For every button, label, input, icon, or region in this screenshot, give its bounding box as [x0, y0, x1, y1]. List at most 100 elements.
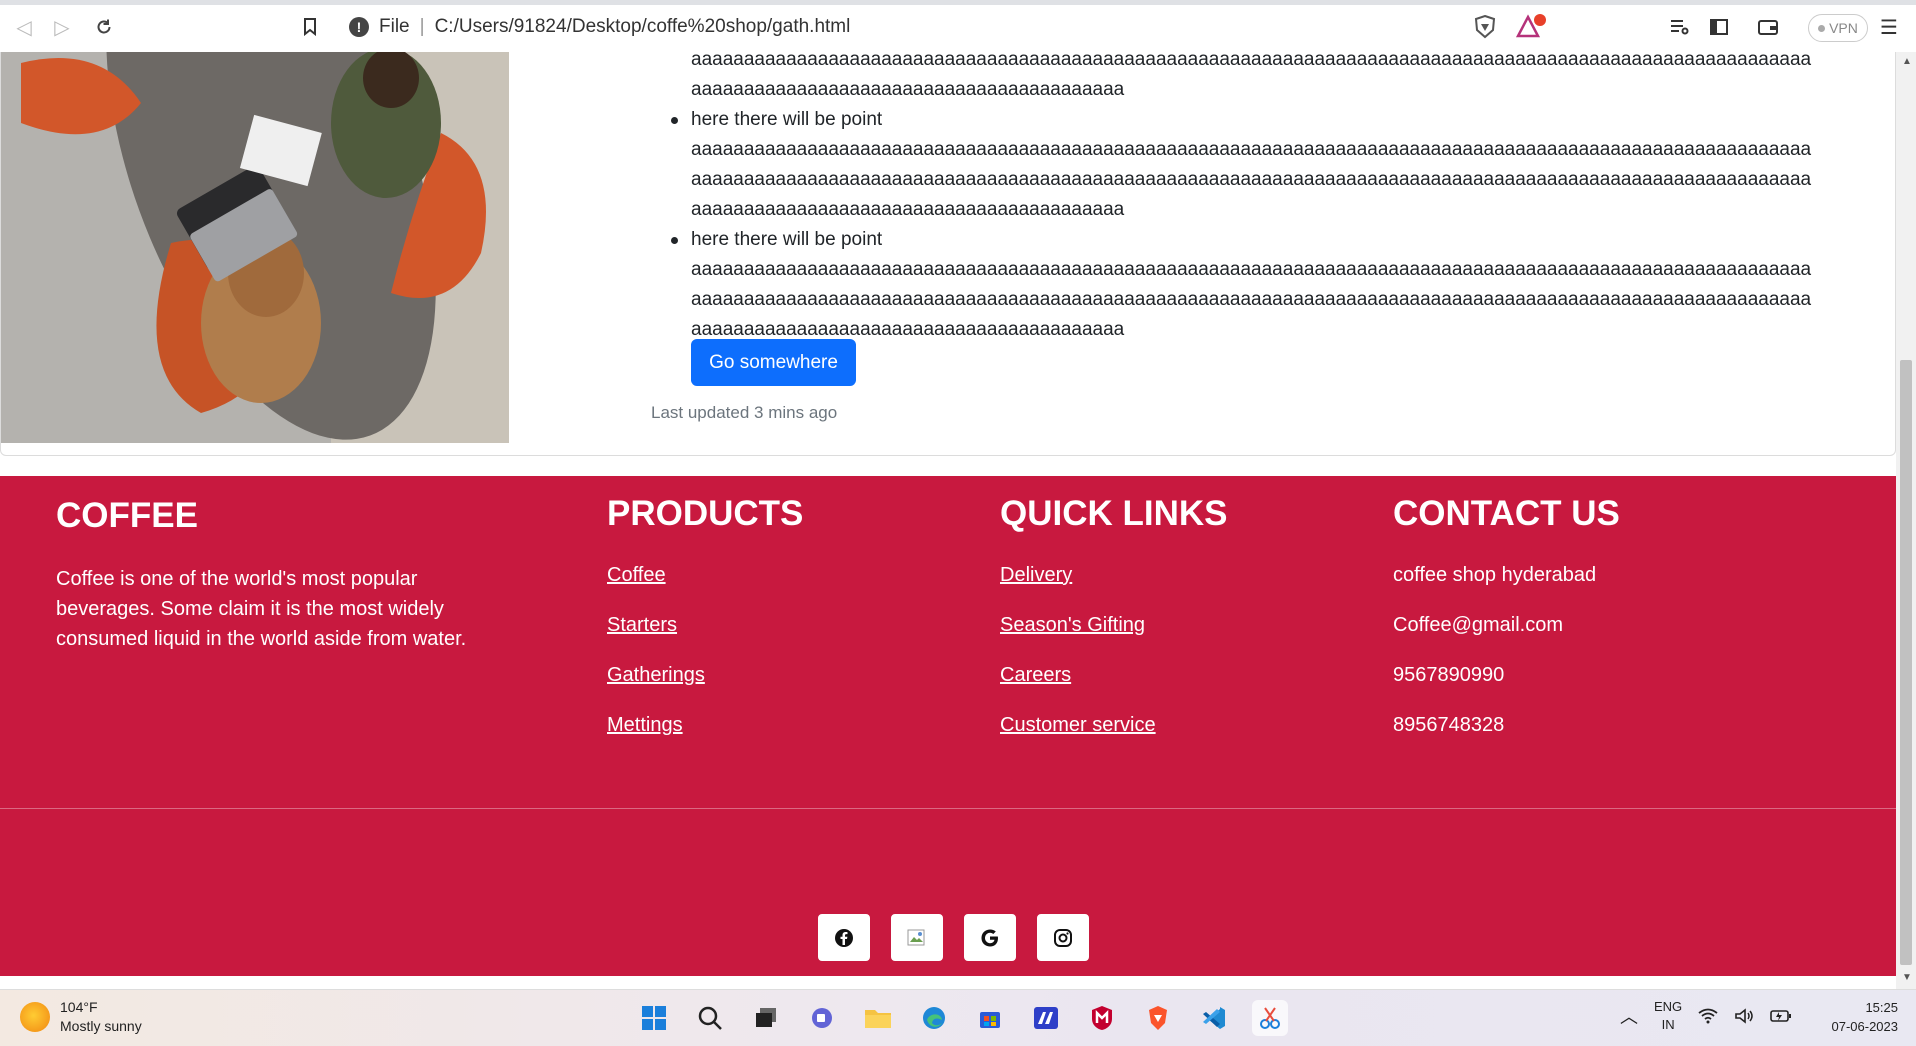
twitter-button[interactable] — [891, 914, 943, 961]
start-button[interactable] — [636, 1000, 672, 1036]
bookmark-button[interactable] — [296, 13, 324, 41]
reload-icon — [97, 19, 111, 34]
instagram-icon — [1054, 928, 1072, 947]
scroll-down-arrow-icon[interactable]: ▼ — [1902, 972, 1912, 983]
page-viewport: aaaaaaaaaaaaaaaaaaaaaaaaaaaaaaaaaaaaaaaa… — [0, 52, 1896, 989]
reload-button[interactable] — [90, 13, 118, 41]
snipping-tool-icon — [1260, 1007, 1280, 1029]
scroll-up-arrow-icon[interactable]: ▲ — [1902, 56, 1912, 67]
volume-icon[interactable] — [1734, 1008, 1754, 1024]
region-code: IN — [1661, 1017, 1675, 1032]
weather-widget[interactable]: 104°F Mostly sunny — [20, 998, 142, 1036]
battery-icon[interactable] — [1770, 1009, 1792, 1023]
sun-icon — [20, 1002, 50, 1032]
contact-list: coffee shop hyderabad Coffee@gmail.com 9… — [1393, 564, 1620, 764]
sidebar-toggle-button[interactable] — [1710, 13, 1728, 41]
search-icon — [698, 1006, 722, 1030]
brave-lion-icon — [1149, 1006, 1167, 1030]
bullet-icon — [671, 117, 678, 124]
list-item: Starters — [607, 614, 803, 664]
teams-chat-button[interactable] — [804, 1000, 840, 1036]
language-indicator[interactable]: ENG IN — [1654, 998, 1682, 1034]
scrollbar-thumb[interactable] — [1900, 360, 1912, 965]
chat-icon — [812, 1008, 832, 1028]
vpn-label: VPN — [1829, 20, 1858, 36]
footer-about-column: COFFEE Coffee is one of the world's most… — [56, 496, 496, 654]
list-item: Delivery — [1000, 564, 1228, 614]
list-item: Customer service — [1000, 714, 1228, 764]
facebook-button[interactable] — [818, 914, 870, 961]
people-at-table-photo — [1, 52, 509, 443]
menu-button[interactable]: ☰ — [1880, 13, 1898, 41]
go-somewhere-button[interactable]: Go somewhere — [691, 339, 856, 386]
clock[interactable]: 15:25 07-06-2023 — [1810, 998, 1899, 1036]
snipping-tool-button[interactable] — [1252, 1000, 1288, 1036]
brave-button[interactable] — [1140, 1000, 1176, 1036]
point-fill-line: aaaaaaaaaaaaaaaaaaaaaaaaaaaaaaaaaaaaaaaa… — [691, 319, 1125, 340]
vpn-button[interactable]: VPN — [1808, 14, 1868, 42]
footer-quick-links-title: QUICK LINKS — [1000, 494, 1228, 533]
products-links: Coffee Starters Gatherings Mettings — [607, 564, 803, 764]
product-link-starters[interactable]: Starters — [607, 614, 677, 636]
sidebar-icon — [1710, 19, 1728, 35]
store-button[interactable] — [972, 1000, 1008, 1036]
footer-brand-title: COFFEE — [56, 496, 198, 535]
forward-button[interactable]: ▷ — [48, 13, 76, 41]
product-link-mettings[interactable]: Mettings — [607, 714, 683, 736]
quick-link-delivery[interactable]: Delivery — [1000, 564, 1072, 586]
task-view-button[interactable] — [748, 1000, 784, 1036]
vertical-scrollbar[interactable]: ▲ ▼ — [1896, 52, 1916, 989]
brave-shield-button[interactable] — [1474, 13, 1496, 41]
contact-phone-2: 8956748328 — [1393, 714, 1505, 736]
footer-quick-links-column: QUICK LINKS Delivery Season's Gifting Ca… — [1000, 494, 1228, 764]
card-image — [1, 52, 509, 443]
clock-time: 15:25 — [1865, 1000, 1898, 1015]
list-item: Gatherings — [607, 664, 803, 714]
search-button[interactable] — [692, 1000, 728, 1036]
edge-button[interactable] — [916, 1000, 952, 1036]
product-link-gatherings[interactable]: Gatherings — [607, 664, 705, 686]
url-scheme-label: File — [379, 16, 410, 37]
wallet-button[interactable] — [1758, 13, 1778, 41]
vscode-button[interactable] — [1196, 1000, 1232, 1036]
point-fill-line: aaaaaaaaaaaaaaaaaaaaaaaaaaaaaaaaaaaaaaaa… — [691, 52, 1812, 70]
card-body: aaaaaaaaaaaaaaaaaaaaaaaaaaaaaaaaaaaaaaaa… — [671, 52, 1881, 345]
address-bar[interactable]: ! File | C:/Users/91824/Desktop/coffe%20… — [337, 11, 1550, 43]
vpn-status-dot — [1818, 24, 1826, 32]
m-app-icon — [1034, 1007, 1058, 1029]
footer-products-column: PRODUCTS Coffee Starters Gatherings Mett… — [607, 494, 803, 764]
facebook-icon — [835, 928, 853, 947]
mcafee-button[interactable] — [1084, 1000, 1120, 1036]
contact-phone-1: 9567890990 — [1393, 664, 1505, 686]
file-explorer-button[interactable] — [860, 1000, 896, 1036]
quick-link-customer-service[interactable]: Customer service — [1000, 714, 1156, 736]
point-label: here there will be point — [691, 109, 883, 130]
app-m-button[interactable] — [1028, 1000, 1064, 1036]
footer-about-text: Coffee is one of the world's most popula… — [56, 568, 467, 650]
google-button[interactable] — [964, 914, 1016, 961]
list-item: aaaaaaaaaaaaaaaaaaaaaaaaaaaaaaaaaaaaaaaa… — [691, 52, 1881, 105]
footer-products-title: PRODUCTS — [607, 494, 804, 533]
wifi-icon[interactable] — [1698, 1008, 1718, 1024]
brave-rewards-button[interactable] — [1516, 13, 1546, 41]
folder-icon — [865, 1010, 891, 1028]
tab-strip — [0, 0, 1916, 5]
point-fill-line: aaaaaaaaaaaaaaaaaaaaaaaaaaaaaaaaaaaaaaaa… — [691, 199, 1125, 220]
weather-temperature: 104°F — [60, 999, 98, 1015]
chevron-up-icon[interactable]: ︿ — [1620, 1003, 1638, 1029]
product-link-coffee[interactable]: Coffee — [607, 564, 666, 586]
point-fill-line: aaaaaaaaaaaaaaaaaaaaaaaaaaaaaaaaaaaaaaaa… — [691, 169, 1812, 190]
instagram-button[interactable] — [1037, 914, 1089, 961]
weather-condition: Mostly sunny — [60, 1018, 142, 1034]
store-icon — [980, 1012, 1000, 1028]
playlist-button[interactable] — [1670, 13, 1690, 41]
quick-link-careers[interactable]: Careers — [1000, 664, 1071, 686]
weather-text: 104°F Mostly sunny — [60, 998, 142, 1036]
back-button[interactable]: ◁ — [10, 13, 38, 41]
edge-icon — [923, 1007, 945, 1029]
list-item: here there will be point aaaaaaaaaaaaaaa… — [671, 225, 1881, 345]
point-fill-line: aaaaaaaaaaaaaaaaaaaaaaaaaaaaaaaaaaaaaaaa… — [691, 289, 1812, 310]
quick-link-seasons-gifting[interactable]: Season's Gifting — [1000, 614, 1145, 636]
site-footer: COFFEE Coffee is one of the world's most… — [0, 476, 1896, 976]
task-view-icon — [756, 1008, 776, 1027]
